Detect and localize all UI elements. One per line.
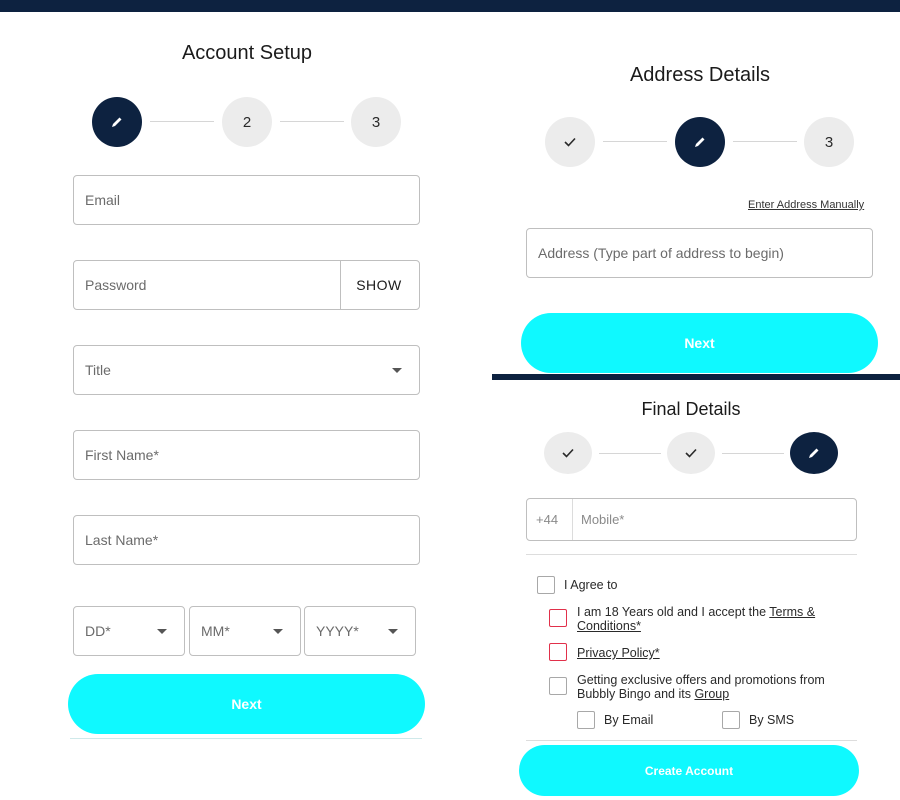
privacy-policy-link[interactable]: Privacy Policy* [577,646,660,660]
address-search-field[interactable]: Address (Type part of address to begin) [526,228,873,278]
step-connector [603,141,667,142]
offers-checkbox[interactable] [549,677,567,695]
title-select[interactable]: Title [73,345,420,395]
password-placeholder: Password [85,277,147,293]
step-connector [599,453,661,454]
pencil-icon [112,117,122,127]
first-name-placeholder: First Name* [85,447,159,463]
check-icon [562,448,574,458]
age-text: I am 18 Years old and I accept the [577,605,770,619]
by-sms-label: By SMS [749,713,795,727]
pencil-icon [695,137,705,147]
check-icon [685,448,697,458]
terms-link[interactable]: Terms & [769,605,815,619]
chevron-down-icon [392,368,402,373]
by-email-label: By Email [604,713,654,727]
offers-text-line2: Bubbly Bingo and its [577,687,695,701]
step-1-current[interactable] [92,97,142,147]
address-next-button[interactable]: Next [521,313,878,373]
conditions-link[interactable]: Conditions* [577,619,641,633]
final-details-title: Final Details [641,399,741,419]
section-divider [70,738,422,739]
email-field[interactable]: Email [73,175,420,225]
step-connector [150,121,214,122]
title-placeholder: Title [85,362,111,378]
step-3[interactable]: 3 [804,117,854,167]
mobile-field[interactable]: +44 Mobile* [526,498,857,541]
panel-divider-bar [492,374,900,380]
by-sms-checkbox[interactable] [722,711,740,729]
step-2-complete[interactable] [667,432,715,474]
step-3-current[interactable] [790,432,838,474]
dob-day-placeholder: DD* [85,623,111,639]
step-connector [733,141,797,142]
dob-month-placeholder: MM* [201,623,230,639]
step-connector [280,121,344,122]
dob-year-select[interactable]: YYYY* [304,606,416,656]
step-2[interactable]: 2 [222,97,272,147]
offers-label: Getting exclusive offers and promotions … [577,673,857,701]
dob-month-select[interactable]: MM* [189,606,301,656]
by-email-checkbox[interactable] [577,711,595,729]
field-divider [572,499,573,540]
mobile-placeholder: Mobile* [581,512,625,527]
last-name-field[interactable]: Last Name* [73,515,420,565]
chevron-down-icon [273,629,283,634]
group-link[interactable]: Group [694,687,729,701]
step-1-complete[interactable] [545,117,595,167]
offers-text-line1: Getting exclusive offers and promotions … [577,673,825,687]
last-name-placeholder: Last Name* [85,532,159,548]
dob-year-placeholder: YYYY* [316,623,359,639]
dob-day-select[interactable]: DD* [73,606,185,656]
section-divider [526,740,857,741]
section-divider [526,554,857,555]
account-next-button[interactable]: Next [68,674,425,734]
age-terms-label: I am 18 Years old and I accept the Terms… [577,605,837,633]
chevron-down-icon [157,629,167,634]
agree-all-checkbox[interactable] [537,576,555,594]
step-connector [722,453,784,454]
first-name-field[interactable]: First Name* [73,430,420,480]
step-3[interactable]: 3 [351,97,401,147]
privacy-policy-checkbox[interactable] [549,643,567,661]
pencil-icon [809,448,819,458]
account-setup-title: Account Setup [181,42,313,64]
country-code: +44 [536,512,559,527]
step-2-current[interactable] [675,117,725,167]
email-placeholder: Email [85,192,121,208]
check-icon [564,137,576,147]
show-password-button[interactable]: SHOW [339,261,419,309]
create-account-button[interactable]: Create Account [519,745,859,796]
address-placeholder: Address (Type part of address to begin) [538,245,784,261]
enter-address-manually-link[interactable]: Enter Address Manually [748,199,864,211]
chevron-down-icon [388,629,398,634]
address-details-title: Address Details [629,64,771,86]
step-1-complete[interactable] [544,432,592,474]
password-field[interactable]: Password SHOW [73,260,420,310]
top-navigation-bar [0,0,900,12]
age-terms-checkbox[interactable] [549,609,567,627]
agree-label: I Agree to [564,578,618,592]
